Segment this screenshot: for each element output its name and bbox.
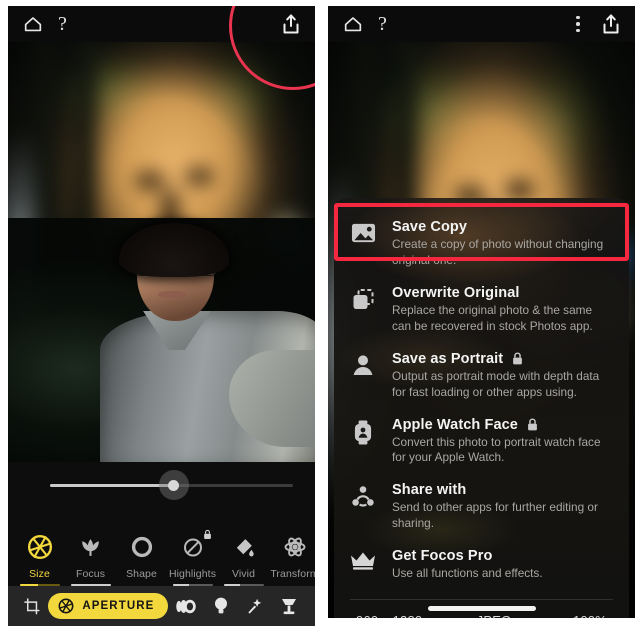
menu-item-title: Save Copy <box>392 219 468 235</box>
export-menu: Save Copy Create a copy of photo without… <box>334 198 629 591</box>
share-export-icon[interactable] <box>279 12 305 36</box>
screenshot-stage: ? Size Focus Shape Highlights Vivid Tran… <box>0 0 640 640</box>
person-icon <box>348 351 378 401</box>
tool-vivid[interactable]: Vivid <box>218 531 269 586</box>
tool-strip: Size Focus Shape Highlights Vivid Transf… <box>8 508 315 586</box>
slider-knob[interactable] <box>158 470 189 500</box>
home-indicator[interactable] <box>427 606 536 611</box>
menu-item-save-as-portrait[interactable]: Save as Portrait Output as portrait mode… <box>334 344 629 410</box>
lock-icon <box>528 418 537 431</box>
menu-item-save-copy[interactable]: Save Copy Create a copy of photo without… <box>334 212 629 278</box>
left-topbar: ? <box>8 6 315 42</box>
menu-item-title: Overwrite Original <box>392 284 520 301</box>
aperture-icon <box>58 598 74 614</box>
meta-dimensions[interactable]: 960 x 1280 <box>356 613 441 618</box>
tool-highlights[interactable]: Highlights <box>167 529 218 586</box>
apple-watch-icon <box>348 417 378 467</box>
aperture-size-slider[interactable] <box>8 462 315 508</box>
tool-label: Focus <box>75 568 106 580</box>
share-export-icon[interactable] <box>599 12 625 36</box>
magic-wand-icon[interactable] <box>239 596 271 616</box>
more-vertical-icon[interactable] <box>575 13 581 35</box>
home-icon[interactable] <box>18 13 44 35</box>
tool-shape[interactable]: Shape <box>116 531 167 586</box>
crop-icon[interactable] <box>18 597 46 616</box>
circle-ring-icon <box>116 531 167 563</box>
menu-item-subtitle: Create a copy of photo without changing … <box>392 237 604 267</box>
paint-bucket-icon <box>218 531 269 563</box>
menu-item-overwrite-original[interactable]: Overwrite Original Replace the original … <box>334 278 629 344</box>
left-bottom-toolbar: APERTURE <box>8 586 315 626</box>
light-bulb-icon[interactable] <box>205 596 237 616</box>
photo-icon <box>348 219 378 269</box>
home-icon[interactable] <box>338 13 364 35</box>
share-nodes-icon <box>348 482 378 532</box>
menu-item-subtitle: Convert this photo to portrait watch fac… <box>392 434 601 465</box>
menu-item-share-with[interactable]: Share with Send to other apps for furthe… <box>334 475 629 541</box>
photo-preview-left[interactable] <box>8 42 315 462</box>
tool-focus[interactable]: Focus <box>65 531 116 586</box>
tool-label: Transform <box>270 568 315 580</box>
left-controls: Size Focus Shape Highlights Vivid Transf… <box>8 462 315 626</box>
meta-quality[interactable]: 100% <box>547 613 607 618</box>
lens-stack-icon[interactable] <box>170 598 202 615</box>
tool-label: Shape <box>126 568 157 580</box>
lock-icon <box>204 529 211 539</box>
menu-item-title: Get Focos Pro <box>392 548 493 565</box>
tool-transform[interactable]: Transform <box>269 531 315 586</box>
contrast-icon <box>167 529 218 563</box>
menu-item-get-focos-pro[interactable]: Get Focos Pro Use all functions and effe… <box>334 541 629 591</box>
aperture-mode-label: APERTURE <box>82 600 155 612</box>
menu-item-title: Share with <box>392 482 467 499</box>
menu-item-subtitle: Use all functions and effects. <box>392 566 543 581</box>
help-icon[interactable]: ? <box>378 14 387 34</box>
right-topbar: ? <box>328 6 635 42</box>
photo-subject <box>8 218 315 462</box>
stamp-icon[interactable] <box>273 596 305 616</box>
duplicate-icon <box>348 285 378 335</box>
aperture-icon <box>14 531 65 563</box>
menu-item-subtitle: Replace the original photo & the same ca… <box>392 302 593 333</box>
tool-label: Highlights <box>168 568 217 580</box>
tool-label: Size <box>29 568 50 580</box>
slider-track[interactable] <box>50 470 293 500</box>
menu-item-title: Save as Portrait <box>392 350 504 367</box>
menu-item-subtitle: Output as portrait mode with depth data … <box>392 368 600 399</box>
lock-icon <box>513 352 523 365</box>
menu-item-title: Apple Watch Face <box>392 416 518 433</box>
export-action-sheet: Save Copy Create a copy of photo without… <box>334 198 629 618</box>
aperture-mode-button[interactable]: APERTURE <box>48 593 169 619</box>
meta-format[interactable]: JPEG <box>441 613 546 618</box>
menu-item-apple-watch-face[interactable]: Apple Watch Face Convert this photo to p… <box>334 410 629 476</box>
menu-item-subtitle: Send to other apps for further editing o… <box>392 500 598 531</box>
tool-label: Vivid <box>231 568 256 580</box>
right-phone-screen: ? Save Copy Create a copy of photo witho… <box>328 6 635 618</box>
tulip-icon <box>65 531 116 563</box>
help-icon[interactable]: ? <box>58 14 67 34</box>
tool-size[interactable]: Size <box>14 531 65 586</box>
atom-icon <box>269 531 315 563</box>
slider-fill <box>50 484 174 487</box>
left-phone-screen: ? Size Focus Shape Highlights Vivid Tran… <box>8 6 315 626</box>
crown-icon <box>348 548 378 582</box>
